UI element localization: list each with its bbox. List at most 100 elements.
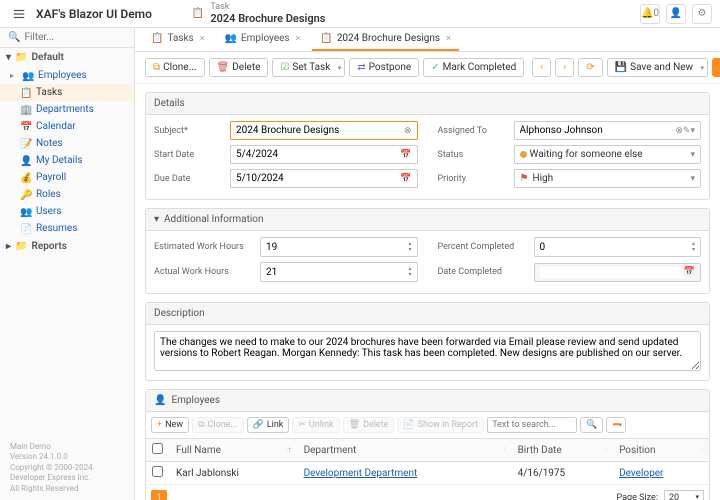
sidebar-item-my-details[interactable]: 👤My Details [0,152,134,169]
link-button[interactable]: 🔗Link [247,417,290,433]
filter-icon[interactable]: ⫶ [504,445,506,455]
pagesize-select[interactable]: 20▾ [664,490,704,500]
clear-icon[interactable]: ⊗ [404,126,412,136]
priority-select[interactable]: ⚑High▾ [514,169,702,188]
search-button[interactable]: 🔍 [580,417,603,433]
sidebar-item-tasks[interactable]: 📋Tasks [0,84,134,101]
col-birthdate[interactable]: Birth Date⫶ [512,439,613,462]
nav-icon: 👥 [20,207,30,217]
status-select[interactable]: Waiting for someone else▾ [514,145,702,164]
chevron-down-icon[interactable]: ▾ [690,150,695,160]
stepper-icon[interactable]: ▴▾ [408,266,411,278]
calendar-icon[interactable]: 📅 [400,150,411,160]
sidebar-item-departments[interactable]: 🏢Departments [0,101,134,118]
close-icon[interactable]: × [200,34,205,44]
nav-group-reports[interactable]: ▸📁Reports [0,237,134,256]
postpone-button[interactable]: ⇄Postpone [349,58,419,77]
delete-button[interactable]: 🗑Delete [209,58,269,77]
nav-icon: 📄 [20,224,30,234]
details-header: Details [146,93,709,115]
employees-header: 👤Employees [146,390,709,412]
description-header: Description [146,303,709,325]
pos-link[interactable]: Developer [619,468,663,479]
description-textarea[interactable] [154,331,701,371]
col-position[interactable]: Position⫶ [613,439,709,462]
close-icon[interactable]: × [296,34,301,44]
sidebar-item-payroll[interactable]: 💰Payroll [0,169,134,186]
show-report-button: 📄Show in Report [397,417,484,433]
sidebar-item-notes[interactable]: 📝Notes [0,135,134,152]
app-title: XAF's Blazor UI Demo [36,7,152,21]
tab-tasks[interactable]: 📋Tasks× [143,28,213,51]
folder-icon: 📁 [15,52,27,63]
filter-box[interactable]: 🔍 [0,28,134,48]
due-date-input[interactable]: 📅 [230,169,418,188]
folder-icon: 📁 [15,241,27,252]
sidebar-item-resumes[interactable]: 📄Resumes [0,220,134,237]
clear-icon[interactable]: ⊗ [675,126,683,136]
tab-2024-brochure-designs[interactable]: 📋2024 Brochure Designs× [312,28,459,51]
calendar-icon[interactable]: 📅 [400,174,411,184]
user-button[interactable]: 👤 [666,4,686,24]
edit-icon[interactable]: ✎ [683,126,691,136]
actual-hours-input[interactable]: ▴▾ [260,262,418,282]
sidebar-item-calendar[interactable]: 📅Calendar [0,118,134,135]
stepper-icon[interactable]: ▴▾ [408,241,411,253]
filter-icon[interactable]: ⫶ [286,445,288,455]
nav-icon: 📋 [20,88,30,98]
settings-button[interactable]: ⚙ [692,4,712,24]
nav-icon: 💰 [20,173,30,183]
dept-link[interactable]: Development Department [304,468,418,479]
subject-input[interactable]: ⊗ [230,121,418,140]
est-hours-input[interactable]: ▴▾ [260,237,418,257]
col-fullname[interactable]: Full Name↑⫶ [170,439,298,462]
next-button[interactable]: › [555,58,574,77]
save-and-new-button[interactable]: 💾Save and New [607,58,708,77]
page-1[interactable]: 1 [151,490,167,500]
filter-icon[interactable]: ⫶ [701,445,703,455]
start-date-input[interactable]: 📅 [230,145,418,164]
nav-icon: 📅 [20,122,30,132]
sidebar-item-employees[interactable]: ▸👥Employees [0,67,134,84]
date-completed-input[interactable]: 📅 [534,263,702,282]
chevron-down-icon[interactable]: ▾ [690,126,695,136]
tab-icon: 👥 [225,33,237,44]
chevron-down-icon[interactable]: ▾ [690,174,695,184]
save-button[interactable]: 💾Save [712,58,720,77]
tab-icon: 📋 [151,33,163,44]
assigned-to-input[interactable]: ⊗✎▾ [514,121,702,140]
nav-icon: 👤 [20,156,30,166]
nav-icon: 🏢 [20,105,30,115]
prev-button[interactable]: ‹ [532,58,551,77]
tab-icon: 📋 [320,33,332,44]
grid-search-input[interactable] [487,417,577,433]
export-button[interactable]: ➦ [606,417,626,433]
chevron-down-icon: ▾ [6,52,11,63]
clone-grid-button: ⧉Clone... [192,417,243,433]
sidebar-item-roles[interactable]: 🔑Roles [0,186,134,203]
close-icon[interactable]: × [446,34,451,44]
sidebar-item-users[interactable]: 👥Users [0,203,134,220]
percent-input[interactable]: ▴▾ [534,237,702,257]
select-all-checkbox[interactable] [152,443,163,454]
additional-header[interactable]: ▾Additional Information [146,209,709,231]
nav-group-default[interactable]: ▾📁Default [0,48,134,67]
row-checkbox[interactable] [152,466,163,477]
menu-toggle[interactable] [8,3,30,25]
calendar-icon: 📅 [684,267,695,277]
mark-completed-button[interactable]: ✓Mark Completed [423,58,524,77]
clone-button[interactable]: ⧉Clone... [145,58,205,77]
notifications-button[interactable]: 🔔0 [640,4,660,24]
table-row[interactable]: Karl JablonskiDevelopment Department4/16… [146,462,709,485]
refresh-button[interactable]: ⟳ [578,58,602,77]
tab-employees[interactable]: 👥Employees× [217,28,309,51]
crumb-title: 2024 Brochure Designs [210,12,325,25]
new-button[interactable]: +New [151,417,189,433]
stepper-icon[interactable]: ▴▾ [692,241,695,253]
chevron-down-icon: ▾ [154,214,159,225]
nav-icon: 👥 [22,71,32,81]
nav-icon: 🔑 [20,190,30,200]
set-task-button[interactable]: ☑Set Task [272,58,345,77]
col-department[interactable]: Department⫶ [298,439,512,462]
filter-icon[interactable]: ⫶ [605,445,607,455]
